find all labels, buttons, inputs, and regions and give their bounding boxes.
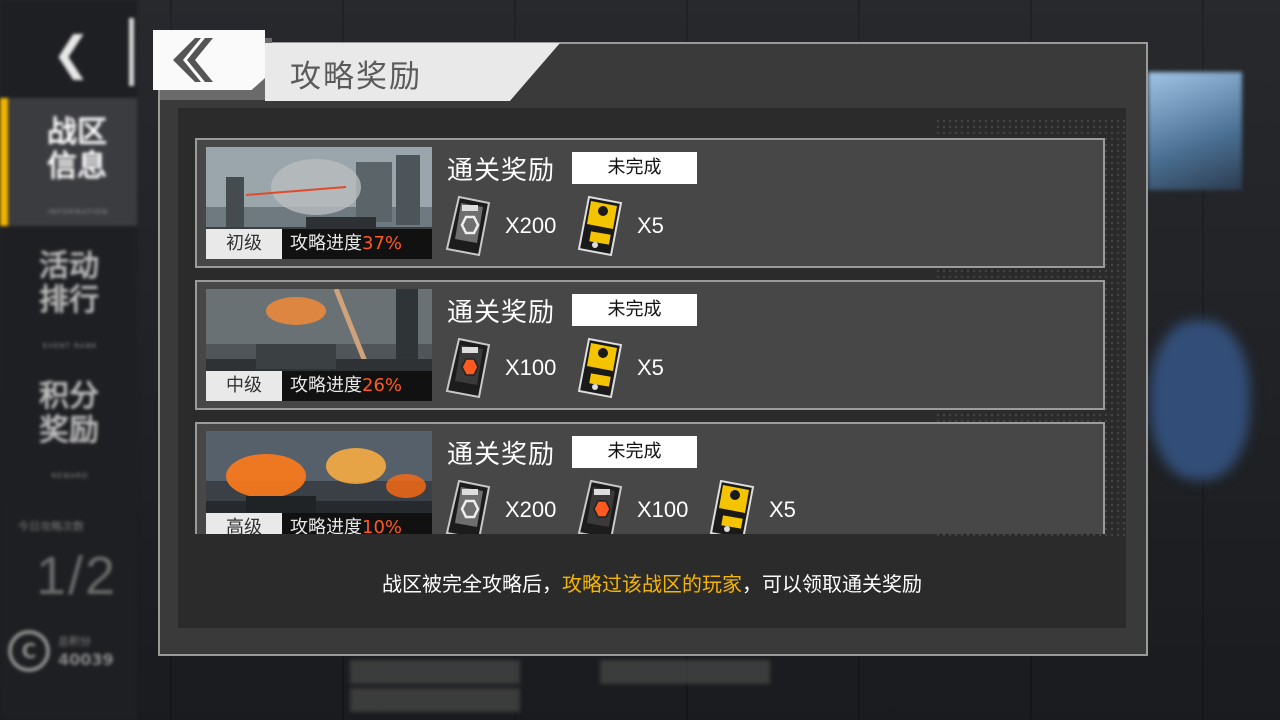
back-chevron-icon[interactable]: ❮ bbox=[52, 30, 91, 76]
status-badge: 未完成 bbox=[572, 436, 697, 468]
progress-percent: 26% bbox=[362, 375, 403, 396]
difficulty-level-tag: 中级 bbox=[206, 371, 282, 401]
nav-item-sublabel: EVENT RANK bbox=[42, 342, 98, 350]
footer-note-text: ，可以领取通关奖励 bbox=[742, 572, 922, 596]
progress-tag: 攻略进度10% bbox=[282, 513, 432, 534]
points-icon: C bbox=[8, 630, 50, 672]
nav-item-label: 活动排行 bbox=[39, 249, 99, 318]
back-arrow-icon bbox=[173, 38, 213, 82]
footer-note-text: 战区被完全攻略后， bbox=[382, 572, 562, 596]
reward-card-basic: 初级 攻略进度37% 通关奖励 未完成 X200 X5 bbox=[195, 138, 1105, 268]
nav-item-info[interactable]: 战区信息 INFORMATION bbox=[0, 98, 137, 226]
reward-quantity: X100 bbox=[637, 497, 689, 522]
reward-quantity: X5 bbox=[637, 213, 664, 238]
progress-tag: 攻略进度37% bbox=[282, 229, 432, 259]
nav-item-sublabel: REWARD bbox=[51, 472, 89, 480]
nav-item-rank[interactable]: 活动排行 EVENT RANK bbox=[0, 232, 137, 360]
reward-card-advanced: 高级 攻略进度10% 通关奖励 未完成 X200 X100 X5 bbox=[195, 422, 1105, 534]
yellow-ticket-icon bbox=[709, 479, 755, 534]
footer-note-highlight: 攻略过该战区的玩家 bbox=[562, 572, 742, 596]
yellow-ticket-icon bbox=[577, 337, 623, 399]
difficulty-level-tag: 初级 bbox=[206, 229, 282, 259]
today-attempts-label: 今日攻略次数 bbox=[18, 520, 84, 533]
silver-wave-chip-icon bbox=[445, 479, 491, 534]
clear-reward-title: 通关奖励 bbox=[447, 156, 556, 186]
status-badge: 未完成 bbox=[572, 152, 697, 184]
side-nav: ❮ 战区信息 INFORMATION 活动排行 EVENT RANK 积分奖励 … bbox=[0, 0, 137, 720]
progress-label: 攻略进度 bbox=[290, 233, 362, 254]
reward-quantity: X5 bbox=[769, 497, 796, 522]
clear-reward-title: 通关奖励 bbox=[447, 298, 556, 328]
progress-percent: 10% bbox=[362, 517, 403, 534]
silver-wave-chip-icon bbox=[445, 195, 491, 257]
background-map-thumbnail bbox=[1148, 72, 1242, 190]
nav-item-label: 积分奖励 bbox=[39, 379, 99, 448]
nav-item-label: 战区信息 bbox=[47, 115, 107, 184]
clear-reward-title: 通关奖励 bbox=[447, 440, 556, 470]
points-label: 总积分 bbox=[58, 635, 91, 648]
modal-title: 攻略奖励 bbox=[290, 59, 422, 95]
background-progress-strip bbox=[350, 660, 1070, 712]
reward-quantity: X200 bbox=[505, 213, 557, 238]
background-map-region bbox=[1150, 320, 1250, 480]
nav-item-sublabel: INFORMATION bbox=[47, 208, 109, 216]
reward-quantity: X100 bbox=[505, 355, 557, 380]
footer-note: 战区被完全攻略后，攻略过该战区的玩家，可以领取通关奖励 bbox=[178, 568, 1126, 597]
status-badge: 未完成 bbox=[572, 294, 697, 326]
yellow-ticket-icon bbox=[577, 195, 623, 257]
progress-tag: 攻略进度26% bbox=[282, 371, 432, 401]
modal-back-button[interactable] bbox=[153, 30, 265, 90]
points-value: 40039 bbox=[58, 650, 114, 669]
reward-card-intermediate: 中级 攻略进度26% 通关奖励 未完成 X100 X5 bbox=[195, 280, 1105, 410]
nav-item-reward[interactable]: 积分奖励 REWARD bbox=[0, 362, 137, 490]
progress-label: 攻略进度 bbox=[290, 375, 362, 396]
reward-list[interactable]: 初级 攻略进度37% 通关奖励 未完成 X200 X5 中级 攻略进度26% 通… bbox=[195, 138, 1107, 534]
reward-quantity: X5 bbox=[637, 355, 664, 380]
progress-percent: 37% bbox=[362, 233, 403, 254]
reward-quantity: X200 bbox=[505, 497, 557, 522]
difficulty-level-tag: 高级 bbox=[206, 513, 282, 534]
today-attempts-count: 1/2 bbox=[36, 546, 118, 606]
nav-divider bbox=[129, 18, 134, 86]
progress-label: 攻略进度 bbox=[290, 517, 362, 534]
red-wave-chip-icon bbox=[445, 337, 491, 399]
red-wave-chip-icon bbox=[577, 479, 623, 534]
